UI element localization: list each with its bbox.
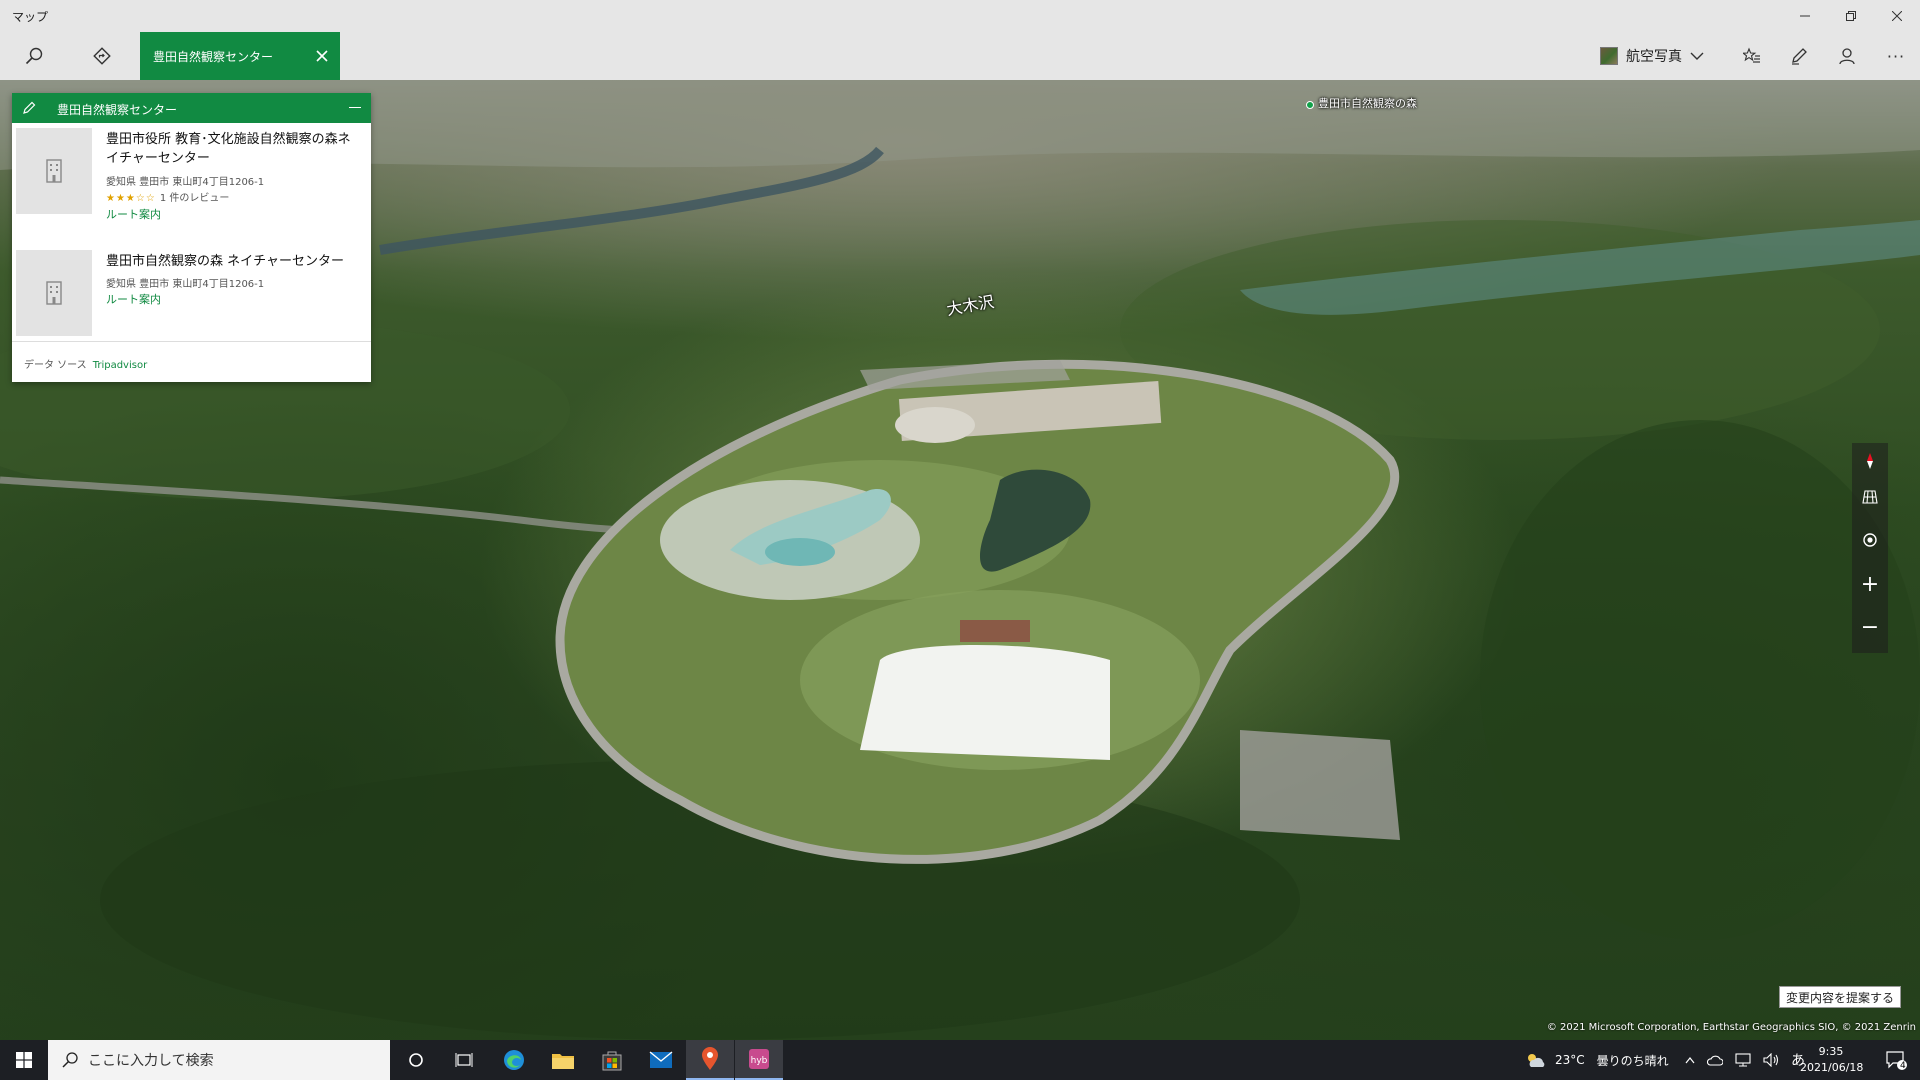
divider [12, 341, 371, 342]
taskbar-search-box[interactable]: ここに入力して検索 [48, 1040, 390, 1080]
store-button[interactable] [588, 1040, 636, 1080]
place-pin-icon[interactable] [1306, 101, 1314, 109]
close-icon [316, 50, 328, 62]
edge-button[interactable] [490, 1040, 538, 1080]
store-icon [602, 1051, 622, 1071]
mail-icon [649, 1051, 673, 1068]
taskbar-search-placeholder: ここに入力して検索 [88, 1053, 214, 1069]
minimize-icon [1800, 15, 1810, 17]
cortana-button[interactable] [392, 1040, 440, 1080]
compass-icon [1867, 453, 1873, 469]
hyb-app-button[interactable]: hyb [735, 1040, 783, 1080]
locate-me-button[interactable] [1852, 522, 1888, 558]
cortana-icon [409, 1053, 423, 1067]
clock[interactable]: 9:35 2021/06/18 [1800, 1044, 1864, 1076]
network-icon[interactable] [1735, 1053, 1751, 1067]
action-center-button[interactable]: 4 [1872, 1040, 1920, 1080]
search-button[interactable] [10, 32, 58, 80]
task-view-button[interactable] [440, 1040, 488, 1080]
review-count: 1 件のレビュー [159, 193, 230, 204]
building-icon [16, 250, 92, 336]
building-icon [16, 128, 92, 214]
pencil-icon[interactable] [20, 99, 38, 117]
map-style-label: 航空写真 [1626, 49, 1682, 65]
map-copyright: © 2021 Microsoft Corporation, Earthstar … [1546, 1022, 1916, 1033]
directions-icon [93, 47, 111, 65]
search-icon [62, 1052, 78, 1068]
data-source: データ ソース Tripadvisor [24, 356, 147, 371]
toolbar: 豊田自然観察センター 航空写真 ··· [0, 32, 1920, 80]
clock-date: 2021/06/18 [1800, 1061, 1864, 1074]
search-tab-label: 豊田自然観察センター [153, 50, 274, 64]
minimize-button[interactable] [1782, 0, 1828, 32]
locate-icon [1863, 533, 1877, 547]
panel-title: 豊田自然観察センター [57, 103, 178, 117]
result-rating: ★★★☆☆ 1 件のレビュー [106, 189, 229, 204]
result-name[interactable]: 豊田市自然観察の森 ネイチャーセンター [106, 252, 361, 271]
search-results-panel: 豊田自然観察センター 豊田市役所 教育･文化施設自然観察の森ネイチャーセンター … [12, 93, 371, 382]
system-tray: あ [1685, 1040, 1805, 1080]
weather-widget[interactable]: 23°C 曇りのち晴れ [1525, 1040, 1669, 1080]
pen-icon [1792, 48, 1807, 65]
result-address: 愛知県 豊田市 東山町4丁目1206-1 [106, 279, 265, 290]
map-place-label[interactable]: 豊田市自然観察の森 [1318, 95, 1417, 111]
restore-icon [1846, 11, 1856, 21]
map-pin-icon [702, 1047, 718, 1070]
search-tab-close-button[interactable] [310, 44, 334, 68]
account-button[interactable] [1823, 32, 1871, 80]
minimize-panel-button[interactable] [349, 107, 361, 108]
favorites-button[interactable] [1728, 32, 1776, 80]
rating-stars-icon: ★★★☆☆ [106, 193, 156, 204]
app-title: マップ [12, 10, 49, 24]
title-bar: マップ [0, 0, 1920, 32]
task-view-icon [455, 1053, 473, 1067]
volume-icon[interactable] [1763, 1053, 1779, 1067]
chevron-down-icon [1690, 52, 1704, 60]
favorites-icon [1743, 47, 1760, 63]
search-icon [25, 47, 43, 65]
person-icon [1839, 48, 1855, 65]
file-explorer-button[interactable] [539, 1040, 587, 1080]
more-button[interactable]: ··· [1872, 32, 1920, 80]
result-address: 愛知県 豊田市 東山町4丁目1206-1 [106, 177, 265, 188]
svg-text:hyb: hyb [751, 1056, 768, 1066]
edge-icon [504, 1050, 524, 1070]
taskbar: ここに入力して検索 hyb 23°C 曇りのち晴れ あ 9:35 2021/06… [0, 1040, 1920, 1080]
notification-count: 4 [1900, 1061, 1906, 1071]
zoom-out-button[interactable]: − [1852, 609, 1888, 645]
map-style-dropdown[interactable]: 航空写真 [1600, 32, 1704, 80]
mail-button[interactable] [637, 1040, 685, 1080]
directions-button[interactable] [78, 32, 126, 80]
weather-text: 曇りのち晴れ [1596, 1053, 1669, 1068]
maps-button[interactable] [686, 1040, 734, 1080]
weather-temp: 23°C [1555, 1053, 1585, 1067]
compass-button[interactable] [1852, 443, 1888, 479]
route-link[interactable]: ルート案内 [106, 291, 161, 307]
chevron-up-icon[interactable] [1685, 1056, 1695, 1064]
folder-icon [552, 1054, 574, 1069]
ink-button[interactable] [1775, 32, 1823, 80]
close-icon [1892, 11, 1902, 21]
zoom-in-button[interactable]: + [1852, 566, 1888, 602]
data-source-label: データ ソース [24, 360, 87, 371]
start-button[interactable] [0, 1040, 48, 1080]
windows-logo-icon [16, 1052, 32, 1068]
cloud-sun-icon [1528, 1054, 1545, 1067]
grid-view-icon [1862, 490, 1878, 504]
clock-time: 9:35 [1818, 1045, 1844, 1058]
route-link[interactable]: ルート案内 [106, 206, 161, 222]
hyb-app-icon: hyb [749, 1049, 769, 1069]
aerial-thumbnail-icon [1600, 47, 1618, 65]
suggest-change-button[interactable]: 変更内容を提案する [1779, 986, 1902, 1008]
result-name[interactable]: 豊田市役所 教育･文化施設自然観察の森ネイチャーセンター [106, 130, 361, 168]
data-source-link[interactable]: Tripadvisor [93, 360, 148, 371]
panel-header: 豊田自然観察センター [12, 93, 371, 123]
map-controls: + − [1852, 443, 1888, 653]
onedrive-cloud-icon[interactable] [1707, 1054, 1723, 1066]
search-tab[interactable]: 豊田自然観察センター [140, 32, 340, 80]
close-button[interactable] [1874, 0, 1920, 32]
restore-button[interactable] [1828, 0, 1874, 32]
map-view-button[interactable] [1852, 479, 1888, 515]
